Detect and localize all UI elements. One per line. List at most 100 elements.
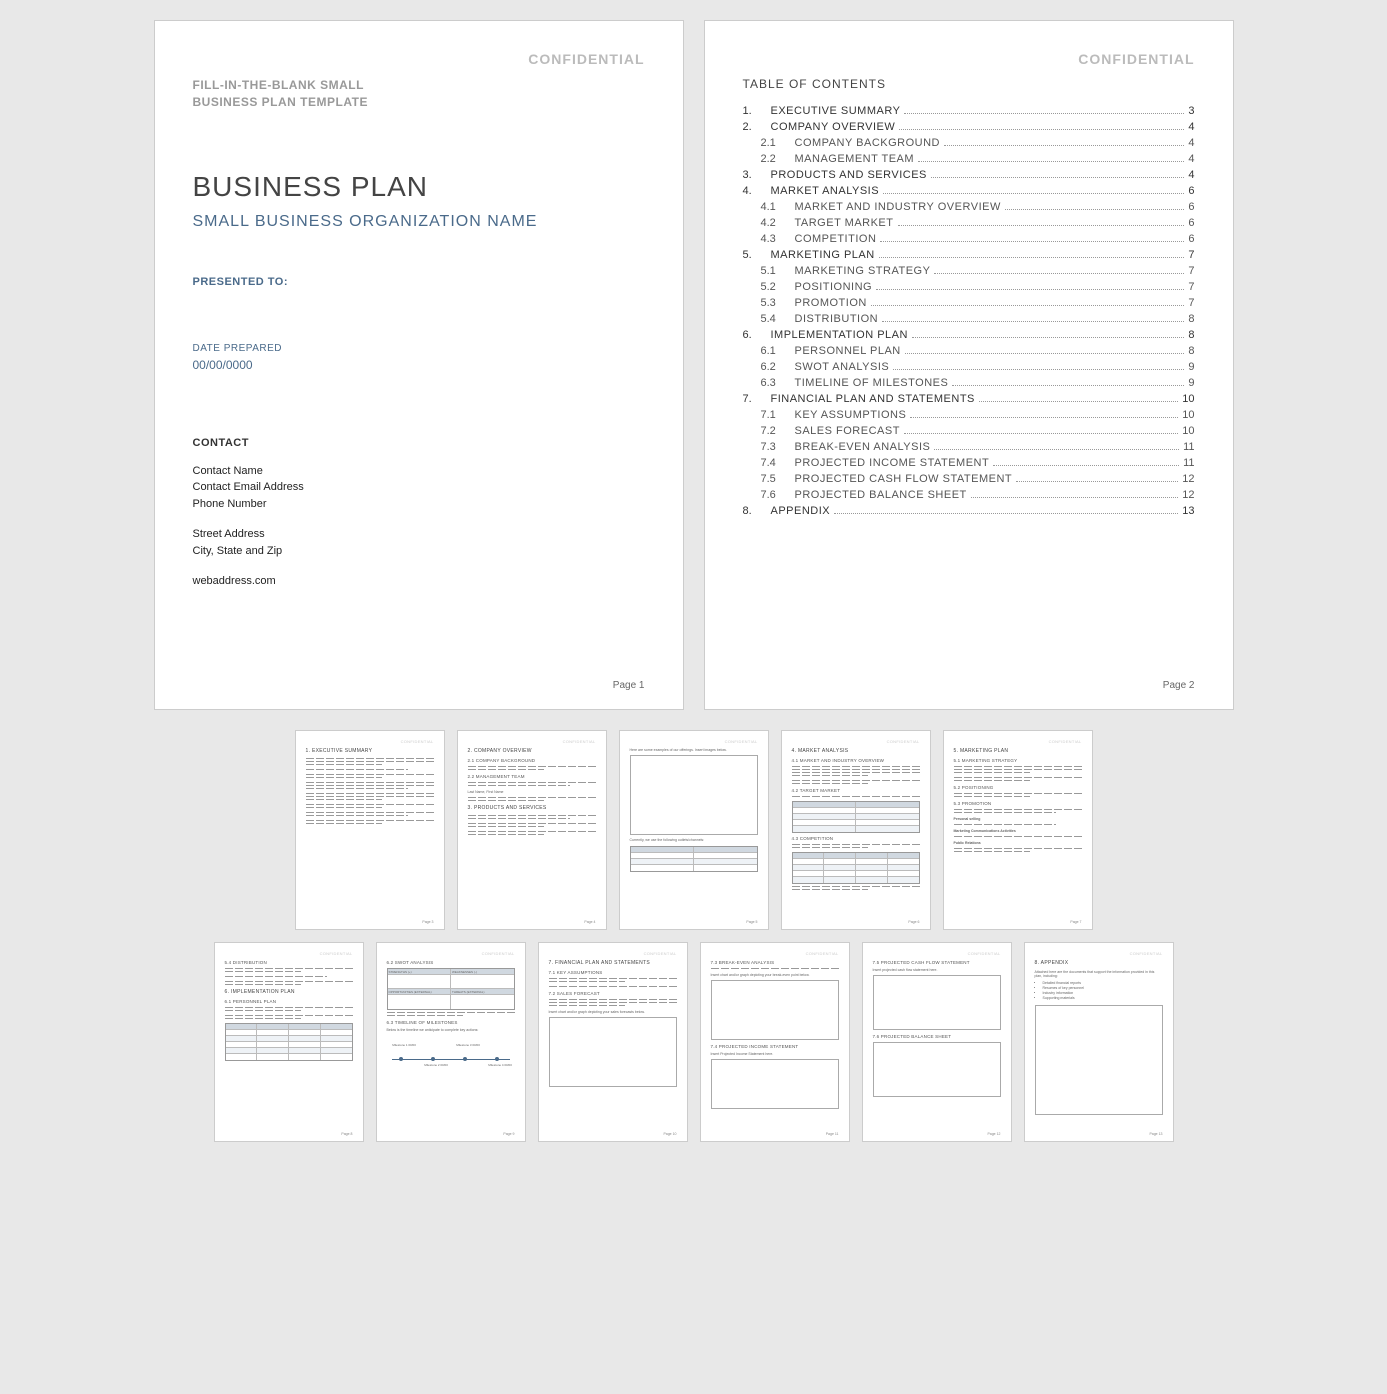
toc-page: 8 <box>1188 329 1194 341</box>
toc-number: 6.3 <box>761 377 795 389</box>
toc-number: 7.1 <box>761 409 795 421</box>
toc-number: 8. <box>743 505 771 517</box>
thumbnail-section: CONFIDENTIAL1. EXECUTIVE SUMMARYPage 3CO… <box>10 730 1377 1142</box>
toc-page: 4 <box>1188 153 1194 165</box>
toc-label: PERSONNEL PLAN <box>795 345 901 357</box>
page-number: Page 4 <box>584 920 595 925</box>
page-2: CONFIDENTIAL TABLE OF CONTENTS 1.EXECUTI… <box>704 20 1234 710</box>
toc-page: 7 <box>1188 249 1194 261</box>
toc-dots <box>952 385 1184 386</box>
toc-dots <box>876 289 1184 290</box>
toc-dots <box>1005 209 1185 210</box>
toc-dots <box>934 273 1184 274</box>
toc-row: 6.IMPLEMENTATION PLAN8 <box>743 329 1195 341</box>
toc-dots <box>944 145 1184 146</box>
toc-number: 4.3 <box>761 233 795 245</box>
toc-label: COMPANY OVERVIEW <box>771 121 896 133</box>
thumbnail-page: CONFIDENTIAL1. EXECUTIVE SUMMARYPage 3 <box>295 730 445 930</box>
toc-dots <box>912 337 1184 338</box>
toc-page: 6 <box>1188 217 1194 229</box>
toc-dots <box>1016 481 1178 482</box>
toc-row: 5.1MARKETING STRATEGY7 <box>743 265 1195 277</box>
toc-label: MANAGEMENT TEAM <box>795 153 915 165</box>
confidential-label: CONFIDENTIAL <box>387 951 515 957</box>
toc-number: 4. <box>743 185 771 197</box>
toc-row: 6.3TIMELINE OF MILESTONES9 <box>743 377 1195 389</box>
toc-row: 4.3COMPETITION6 <box>743 233 1195 245</box>
toc-number: 7.5 <box>761 473 795 485</box>
toc-dots <box>904 113 1184 114</box>
template-label: FILL-IN-THE-BLANK SMALL BUSINESS PLAN TE… <box>193 77 645 111</box>
toc-page: 10 <box>1182 393 1194 405</box>
toc-dots <box>931 177 1184 178</box>
toc-row: 7.4PROJECTED INCOME STATEMENT11 <box>743 457 1195 469</box>
toc-label: PRODUCTS AND SERVICES <box>771 169 927 181</box>
toc-page: 4 <box>1188 121 1194 133</box>
contact-email: Contact Email Address <box>193 479 645 496</box>
date-prepared-label: DATE PREPARED <box>193 343 645 354</box>
toc-page: 12 <box>1182 489 1194 501</box>
toc-dots <box>905 353 1185 354</box>
page-number: Page 12 <box>987 1132 1000 1137</box>
toc-page: 6 <box>1188 185 1194 197</box>
toc-page: 6 <box>1188 201 1194 213</box>
toc-label: SALES FORECAST <box>795 425 900 437</box>
toc-dots <box>882 321 1184 322</box>
toc-number: 6. <box>743 329 771 341</box>
toc-row: 4.2TARGET MARKET6 <box>743 217 1195 229</box>
table-of-contents: 1.EXECUTIVE SUMMARY32.COMPANY OVERVIEW42… <box>743 105 1195 517</box>
toc-page: 4 <box>1188 169 1194 181</box>
toc-row: 5.4DISTRIBUTION8 <box>743 313 1195 325</box>
confidential-label: CONFIDENTIAL <box>1035 951 1163 957</box>
toc-dots <box>871 305 1185 306</box>
toc-label: MARKET ANALYSIS <box>771 185 880 197</box>
toc-label: POSITIONING <box>795 281 873 293</box>
thumbnail-row-2: CONFIDENTIAL5.4 DISTRIBUTION6. IMPLEMENT… <box>214 942 1174 1142</box>
confidential-label: CONFIDENTIAL <box>549 951 677 957</box>
contact-street: Street Address <box>193 526 645 543</box>
toc-page: 12 <box>1182 473 1194 485</box>
page-1: CONFIDENTIAL FILL-IN-THE-BLANK SMALL BUS… <box>154 20 684 710</box>
toc-number: 7. <box>743 393 771 405</box>
toc-page: 4 <box>1188 137 1194 149</box>
thumbnail-page: CONFIDENTIAL4. MARKET ANALYSIS4.1 MARKET… <box>781 730 931 930</box>
contact-web: webaddress.com <box>193 573 645 590</box>
toc-row: 2.1COMPANY BACKGROUND4 <box>743 137 1195 149</box>
page-number: Page 9 <box>503 1132 514 1137</box>
toc-number: 4.1 <box>761 201 795 213</box>
toc-row: 4.MARKET ANALYSIS 6 <box>743 185 1195 197</box>
toc-dots <box>979 401 1178 402</box>
confidential-label: CONFIDENTIAL <box>193 51 645 67</box>
toc-number: 6.1 <box>761 345 795 357</box>
toc-page: 10 <box>1182 425 1194 437</box>
confidential-label: CONFIDENTIAL <box>743 51 1195 67</box>
contact-heading: CONTACT <box>193 437 645 449</box>
toc-row: 4.1MARKET AND INDUSTRY OVERVIEW6 <box>743 201 1195 213</box>
toc-row: 7.5PROJECTED CASH FLOW STATEMENT12 <box>743 473 1195 485</box>
toc-label: APPENDIX <box>771 505 831 517</box>
toc-dots <box>898 225 1185 226</box>
toc-page: 11 <box>1183 441 1194 453</box>
template-label-line2: BUSINESS PLAN TEMPLATE <box>193 94 645 111</box>
toc-dots <box>879 257 1185 258</box>
toc-dots <box>899 129 1184 130</box>
confidential-label: CONFIDENTIAL <box>873 951 1001 957</box>
toc-label: MARKETING PLAN <box>771 249 875 261</box>
page-number: Page 2 <box>1163 680 1195 691</box>
toc-dots <box>834 513 1178 514</box>
toc-number: 2. <box>743 121 771 133</box>
toc-page: 7 <box>1188 265 1194 277</box>
contact-name: Contact Name <box>193 463 645 480</box>
toc-row: 6.2SWOT ANALYSIS9 <box>743 361 1195 373</box>
toc-page: 7 <box>1188 281 1194 293</box>
toc-row: 2.2MANAGEMENT TEAM4 <box>743 153 1195 165</box>
confidential-label: CONFIDENTIAL <box>954 739 1082 745</box>
toc-dots <box>893 369 1184 370</box>
thumbnail-row-1: CONFIDENTIAL1. EXECUTIVE SUMMARYPage 3 CO… <box>295 730 1093 930</box>
toc-label: COMPETITION <box>795 233 877 245</box>
page-number: Page 11 <box>826 1132 839 1137</box>
thumbnail-page: CONFIDENTIAL7.3 BREAK-EVEN ANALYSISInser… <box>700 942 850 1142</box>
contact-block: Contact Name Contact Email Address Phone… <box>193 463 645 590</box>
toc-number: 7.3 <box>761 441 795 453</box>
thumbnail-page: CONFIDENTIAL6.2 SWOT ANALYSISSTRENGTHS (… <box>376 942 526 1142</box>
